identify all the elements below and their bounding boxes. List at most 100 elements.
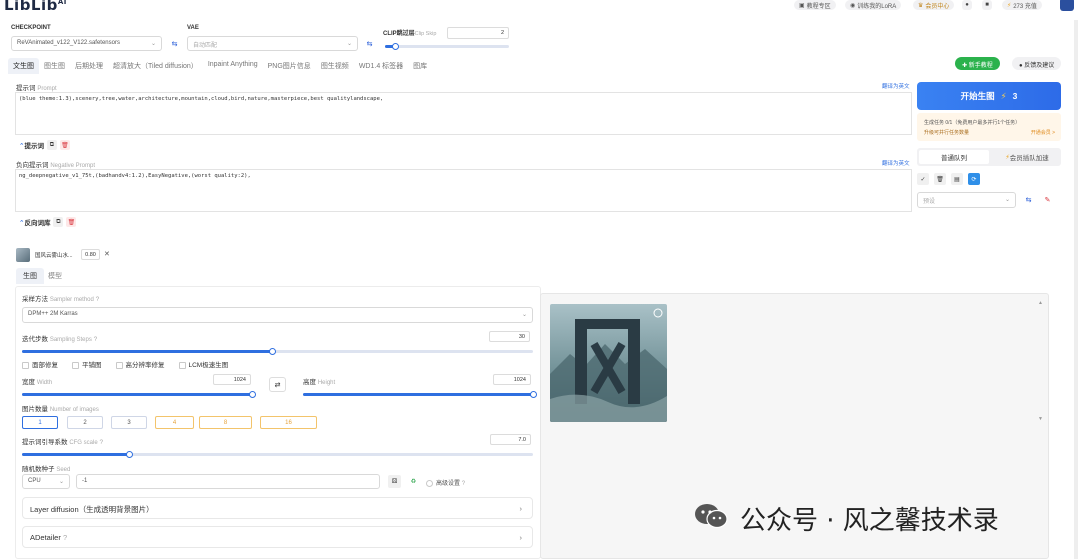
tiling-checkbox[interactable]: 平铺图 [72,359,102,369]
tab-2[interactable]: 后期处理 [70,58,108,74]
lcm-checkbox[interactable]: LCM极速生图 [178,359,228,369]
negative-toolbar: ⌃反向词库 ⧉ 🗑 [19,216,77,228]
cfg-thumb[interactable] [126,451,133,458]
batch-option-2[interactable]: 2 [67,416,103,429]
negative-lib-button[interactable]: ⌃反向词库 [19,217,50,227]
batch-option-3[interactable]: 3 [111,416,147,429]
layer-diffusion-section[interactable]: Layer diffusion（生成透明背景图片） › [22,497,533,519]
preset-select[interactable]: 预设 ⌄ [917,192,1016,208]
lora-name: 国风云雾山水... [35,253,73,259]
swap-checkpoint-icon[interactable]: ⇆ [168,37,181,50]
subtab-model[interactable]: 模型 [48,271,62,281]
width-thumb[interactable] [249,391,256,398]
liblib-logo[interactable]: LibLibAI [4,0,67,14]
batch-option-4[interactable]: 4 [155,416,194,429]
vae-select[interactable]: 自动匹配 ⌄ [187,36,358,51]
help-icon[interactable]: ? [94,336,98,343]
help-icon[interactable]: ? [99,439,103,446]
generate-button[interactable]: 开始生图 ⚡ 3 [917,82,1061,110]
trash-icon[interactable]: 🗑 [934,173,946,185]
clip-skip-thumb[interactable] [392,43,399,50]
tab-3[interactable]: 超清放大（Tiled diffusion） [108,58,203,74]
task-info-box: 生成任务 0/1（免费用户最多并行1个任务） 升级可并行任务数量 开通会员 > [917,113,1061,141]
clip-skip-input[interactable]: 2 [447,27,509,39]
trash-icon[interactable]: 🗑 [59,140,70,150]
width-input[interactable]: 1024 [213,374,251,385]
height-thumb[interactable] [530,391,537,398]
height-slider[interactable] [303,391,537,398]
prompt-lib-button[interactable]: ⌃提示词 [19,140,44,150]
steps-thumb[interactable] [269,348,276,355]
clip-skip-slider[interactable] [385,43,509,50]
dice-icon[interactable]: ⚄ [388,475,401,488]
width-slider[interactable] [22,391,256,398]
swap-dimensions-icon[interactable]: ⇄ [269,377,286,392]
subtab-generate[interactable]: 生图 [16,268,44,284]
check-icon[interactable]: ✓ [917,173,929,185]
wechat-logo [694,502,728,530]
tab-6[interactable]: 图生视频 [316,58,354,74]
upgrade-text: 升级可并行任务数量 [924,130,970,136]
message-icon[interactable]: ● [962,0,972,10]
prompt-textarea[interactable]: (blue theme:1.3),scenery,tree,water,arch… [15,92,912,135]
seed-device-select[interactable]: CPU ⌄ [22,474,70,489]
normal-queue-option[interactable]: 普通队列 [919,150,989,164]
swap-vae-icon[interactable]: ⇆ [363,37,376,50]
tab-0[interactable]: 文生图 [8,58,39,74]
copy-icon[interactable]: ⧉ [46,140,57,150]
batch-option-16[interactable]: 16 [260,416,317,429]
task-count-text: 生成任务 0/1（免费用户最多并行1个任务） [924,120,1021,126]
apply-preset-icon[interactable]: ⇆ [1022,193,1035,206]
close-icon[interactable]: ✕ [104,250,110,258]
help-icon[interactable]: ? [96,296,100,303]
prompt-translate-link[interactable]: 翻译为英文 [882,82,910,90]
batch-option-8[interactable]: 8 [199,416,252,429]
adetailer-section[interactable]: ADetailer ? › [22,526,533,548]
tab-8[interactable]: 图库 [408,58,432,74]
help-icon[interactable]: ? [63,533,67,542]
tutorial-zone-button[interactable]: ▣ 教程专区 [794,0,836,10]
train-lora-button[interactable]: ◉ 训练我的LoRA [845,0,902,10]
batch-option-1[interactable]: 1 [22,416,58,429]
negative-prompt-textarea[interactable]: ng_deepnegative_v1_75t,(badhandv4:1.2),E… [15,169,912,212]
chevron-down-icon: ⌄ [521,312,527,318]
tab-5[interactable]: PNG图片信息 [263,58,316,74]
checkpoint-select[interactable]: ReVAnimated_v122_V122.safetensors ⌄ [11,36,162,51]
hires-fix-checkbox[interactable]: 高分辨率修复 [115,359,165,369]
edit-preset-icon[interactable]: ✎ [1041,193,1054,206]
page-scrollbar[interactable] [1074,20,1078,559]
trash-icon[interactable]: 🗑 [66,217,77,227]
negative-translate-link[interactable]: 翻译为英文 [882,159,910,167]
gallery-scrollbar[interactable]: ▲ ▼ [1036,300,1045,422]
steps-slider[interactable] [22,348,533,355]
vip-queue-option[interactable]: ⚡ 会员插队加速 [995,150,1059,164]
document-icon[interactable]: ▤ [951,173,963,185]
user-avatar[interactable] [1060,0,1074,11]
copy-icon[interactable]: ⧉ [53,217,64,227]
height-input[interactable]: 1024 [493,374,531,385]
advanced-settings-toggle[interactable]: 高级设置 ? [426,478,465,487]
cfg-label: 提示词引导系数 CFG scale ? [22,439,104,446]
cfg-input[interactable]: 7.0 [490,434,531,445]
vip-center-button[interactable]: ♛ 会员中心 [913,0,955,10]
lora-thumbnail[interactable] [16,248,30,262]
feedback-button[interactable]: ● 反馈及建议 [1012,57,1062,70]
folder-icon[interactable]: ■ [982,0,992,10]
generated-image[interactable] [550,304,667,422]
open-vip-link[interactable]: 开通会员 > [1031,129,1055,136]
lora-weight-input[interactable]: 0.80 [81,249,100,260]
cfg-slider[interactable] [22,451,533,458]
sampler-select[interactable]: DPM++ 2M Karras ⌄ [22,307,533,323]
recycle-icon[interactable]: ♻ [407,475,420,488]
tab-7[interactable]: WD1.4 标签器 [354,58,408,74]
steps-input[interactable]: 30 [489,331,530,342]
new-user-tutorial-button[interactable]: ✚ 新手教程 [955,57,1000,70]
tab-4[interactable]: Inpaint Anything [203,58,263,74]
steps-label: 迭代步数 Sampling Steps ? [22,336,98,343]
credits-button[interactable]: ⚡ 273 充值 [1002,0,1042,10]
seed-input[interactable]: -1 [76,474,380,489]
robot-icon: ◉ [850,2,856,9]
refresh-icon[interactable]: ⟳ [968,173,980,185]
tab-1[interactable]: 图生图 [39,58,70,74]
face-restore-checkbox[interactable]: 面部修复 [22,359,58,369]
